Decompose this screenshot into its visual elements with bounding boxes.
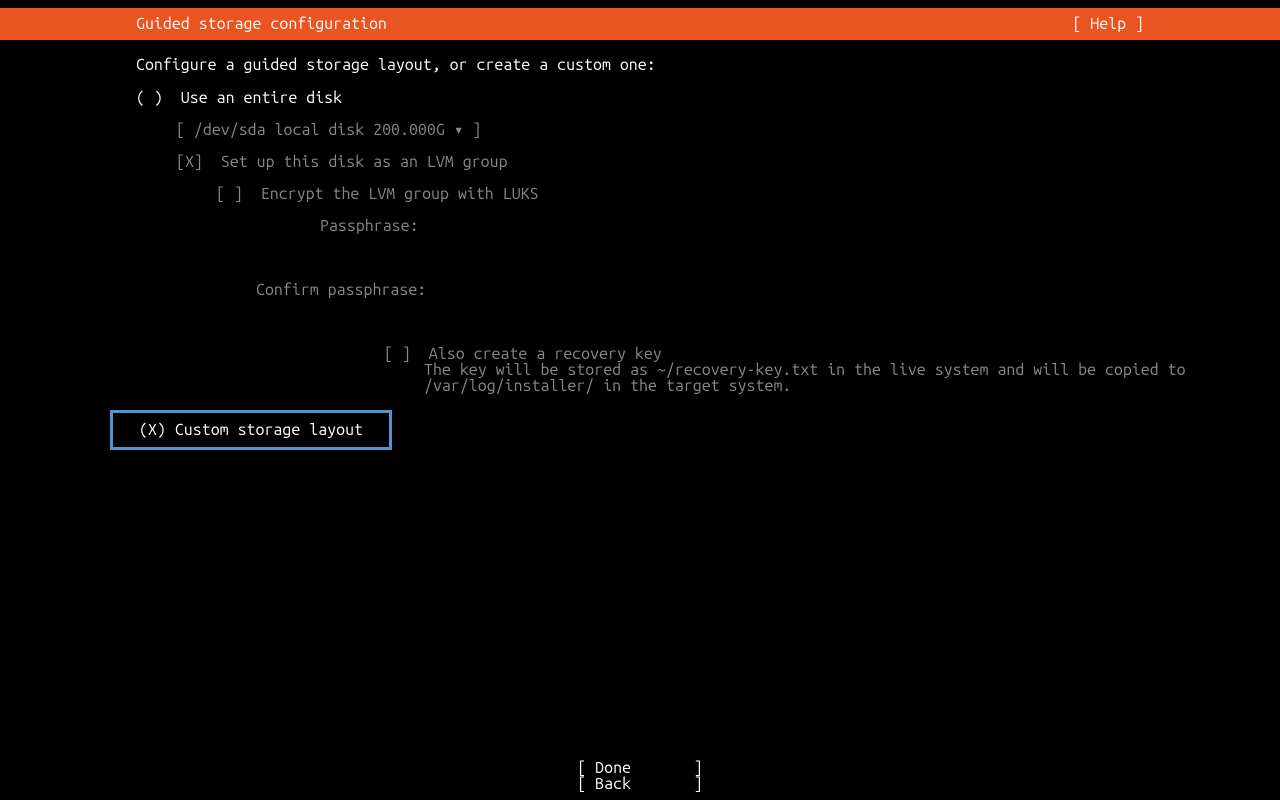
entire-disk-option[interactable]: ( ) Use an entire disk [136,90,1144,106]
encrypt-option[interactable]: [ ] Encrypt the LVM group with LUKS [136,186,1144,202]
recovery-checkbox[interactable]: [ ] [384,345,411,363]
disk-selector[interactable]: [ /dev/sda local disk 200.000G ▾ ] [136,122,1144,138]
lvm-checkbox[interactable]: [X] [176,153,203,171]
help-button[interactable]: [ Help ] [1072,15,1144,33]
recovery-desc-1: The key will be stored as ~/recovery-key… [136,362,1144,378]
custom-label: Custom storage layout [166,421,363,439]
lvm-option[interactable]: [X] Set up this disk as an LVM group [136,154,1144,170]
recovery-desc-2: /var/log/installer/ in the target system… [136,378,1144,394]
instruction-text: Configure a guided storage layout, or cr… [136,56,1144,74]
encrypt-label: Encrypt the LVM group with LUKS [243,185,539,203]
entire-disk-label: Use an entire disk [163,89,342,107]
encrypt-checkbox[interactable]: [ ] [216,185,243,203]
custom-storage-option[interactable]: (X) Custom storage layout [110,410,392,450]
lvm-label: Set up this disk as an LVM group [203,153,508,171]
confirm-passphrase-label: Confirm passphrase: [136,282,1144,298]
custom-radio[interactable]: (X) [139,421,166,439]
main-content: Configure a guided storage layout, or cr… [0,40,1280,450]
back-button[interactable]: [ Back ] [0,776,1280,792]
page-title: Guided storage configuration [136,15,387,33]
passphrase-label: Passphrase: [136,218,1144,234]
recovery-option[interactable]: [ ] Also create a recovery key [136,346,1144,362]
footer-buttons: [ Done ] [ Back ] [0,760,1280,792]
entire-disk-radio[interactable]: ( ) [136,89,163,107]
done-button[interactable]: [ Done ] [0,760,1280,776]
header-bar: Guided storage configuration [ Help ] [0,8,1280,40]
